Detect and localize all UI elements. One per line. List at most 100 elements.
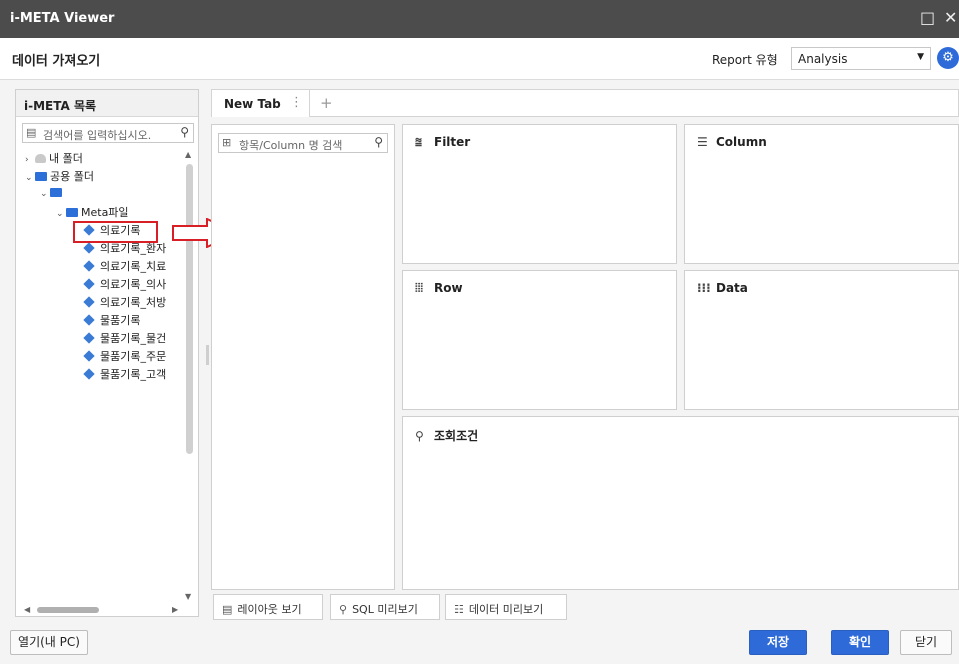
meta-list-title: i-META 목록 [16,90,198,117]
dialog-header: 데이터 가져오기 Report 유형 Analysis ▼ ⚙ [0,38,959,80]
meta-cube-icon [83,350,95,362]
tree-item-meta[interactable]: 물품기록_주문 [83,348,167,366]
filter-drop-zone[interactable]: ⩰ Filter [402,124,677,264]
chevron-down-icon: ▼ [917,52,924,62]
meta-cube-icon [83,368,95,380]
tree-item-label: 내 폴더 [49,152,83,165]
tree-item-label: 물품기록_고객 [100,368,167,381]
chevron-down-icon[interactable]: ⌄ [25,173,35,183]
tree-item-label: 의료기록_의사 [100,278,167,291]
tree-item-meta[interactable]: 물품기록_고객 [83,366,167,384]
filter-header: ⩰ Filter [415,135,470,150]
tree-item-shared-folder[interactable]: ⌄ 공용 폴더 [25,168,94,186]
column-icon: ☰ [697,135,708,149]
report-type-select[interactable]: Analysis ▼ [791,47,931,70]
add-tab-icon[interactable]: + [320,94,333,112]
meta-cube-icon [83,332,95,344]
scroll-down-icon[interactable]: ▼ [185,592,191,601]
meta-cube-icon [83,296,95,308]
folder-icon [66,208,78,217]
document-icon: ▤ [26,126,37,139]
sql-preview-button[interactable]: ⚲ SQL 미리보기 [330,594,440,620]
filter-label: Filter [434,135,471,149]
dialog-title: 데이터 가져오기 [12,54,101,69]
scroll-left-icon[interactable]: ◀ [24,605,30,614]
tree-item-label: 의료기록_처방 [100,296,167,309]
tree-item-label: 물품기록_물건 [100,332,167,345]
row-header: ⦙⦙⦙ Row [415,281,463,296]
tab-label: New Tab [224,97,281,111]
search-icon: ⚲ [339,603,348,616]
meta-search-placeholder: 검색어를 입력하십시오. [43,129,152,142]
tree-item-label: 의료기록_치료 [100,260,167,273]
condition-drop-zone[interactable]: ⚲ 조회조건 [402,416,959,590]
close-button[interactable]: 닫기 [900,630,952,655]
expand-all-icon[interactable]: ⊞ [222,136,231,149]
panel-splitter-handle[interactable] [206,345,209,365]
chevron-right-icon[interactable]: › [25,155,35,165]
data-drop-zone[interactable]: ⁝⁝⁝ Data [684,270,959,410]
close-icon[interactable]: ✕ [944,8,957,27]
tab-strip: New Tab ⋮ + [211,89,959,117]
column-list-panel: ⊞ 항목/Column 명 검색 ⚲ [211,124,395,590]
tree-item-my-folder[interactable]: › 내 폴더 [25,150,83,168]
tree-item-meta[interactable]: 의료기록_치료 [83,258,167,276]
layout-icon: ▤ [222,603,233,616]
column-header: ☰ Column [697,135,767,149]
condition-label: 조회조건 [434,429,479,443]
data-header: ⁝⁝⁝ Data [697,281,748,295]
column-label: Column [716,135,767,149]
row-label: Row [434,281,463,295]
tree-item-label: 의료기록_환자 [100,242,167,255]
scroll-up-icon[interactable]: ▲ [185,150,191,159]
highlight-box [73,221,158,243]
layout-view-button[interactable]: ▤ 레이아웃 보기 [213,594,323,620]
report-type-label: Report 유형 [712,53,778,67]
chevron-down-icon[interactable]: ⌄ [56,209,66,219]
meta-cube-icon [83,278,95,290]
gear-icon[interactable]: ⚙ [937,47,959,69]
tree-vertical-scrollbar[interactable] [186,164,193,454]
column-search-input[interactable]: ⊞ 항목/Column 명 검색 ⚲ [218,133,388,153]
tab-new-tab[interactable]: New Tab ⋮ [212,90,310,117]
search-icon[interactable]: ⚲ [180,125,189,139]
tree-item-label: 물품기록_주문 [100,350,167,363]
tree-item-label: 공용 폴더 [50,170,94,183]
condition-header: ⚲ 조회조건 [415,427,478,444]
maximize-icon[interactable]: □ [920,8,935,27]
report-type-value: Analysis [798,52,848,66]
tree-item-meta[interactable]: 물품기록_물건 [83,330,167,348]
sql-preview-label: SQL 미리보기 [352,603,418,616]
folder-icon [35,172,47,181]
more-vertical-icon[interactable]: ⋮ [290,95,303,110]
meta-search-input[interactable]: ▤ 검색어를 입력하십시오. ⚲ [22,123,194,143]
window-titlebar: i-META Viewer □ ✕ [0,0,959,38]
layout-view-label: 레이아웃 보기 [237,603,302,616]
scroll-right-icon[interactable]: ▶ [172,605,178,614]
data-preview-button[interactable]: ☷ 데이터 미리보기 [445,594,567,620]
tree-item-label: 물품기록 [100,314,141,327]
tree-horizontal-scrollbar[interactable] [37,607,99,613]
tree-item-meta[interactable]: 의료기록_의사 [83,276,167,294]
column-drop-zone[interactable]: ☰ Column [684,124,959,264]
column-search-placeholder: 항목/Column 명 검색 [239,139,343,152]
tree-item-meta[interactable]: 물품기록 [83,312,141,330]
chevron-down-icon[interactable]: ⌄ [40,189,50,199]
tree-item-meta[interactable]: 의료기록_처방 [83,294,167,312]
folder-icon [50,188,62,197]
meta-cube-icon [83,242,95,254]
user-folder-icon [35,154,46,163]
filter-icon: ⩰ [415,135,423,149]
ok-button[interactable]: 확인 [831,630,889,655]
meta-list-panel: i-META 목록 ▤ 검색어를 입력하십시오. ⚲ › 내 폴더 ⌄ 공용 폴더 … [15,89,199,617]
row-drop-zone[interactable]: ⦙⦙⦙ Row [402,270,677,410]
search-icon: ⚲ [415,429,424,443]
tree-item-unnamed-folder[interactable]: ⌄ [40,186,65,204]
tree-item-label: Meta파일 [81,206,129,219]
window-title: i-META Viewer [10,11,115,26]
data-preview-label: 데이터 미리보기 [468,603,544,616]
save-button[interactable]: 저장 [749,630,807,655]
open-local-button[interactable]: 열기(내 PC) [10,630,88,655]
search-icon[interactable]: ⚲ [374,135,383,149]
tree-item-meta-folder[interactable]: ⌄ Meta파일 [56,204,129,222]
